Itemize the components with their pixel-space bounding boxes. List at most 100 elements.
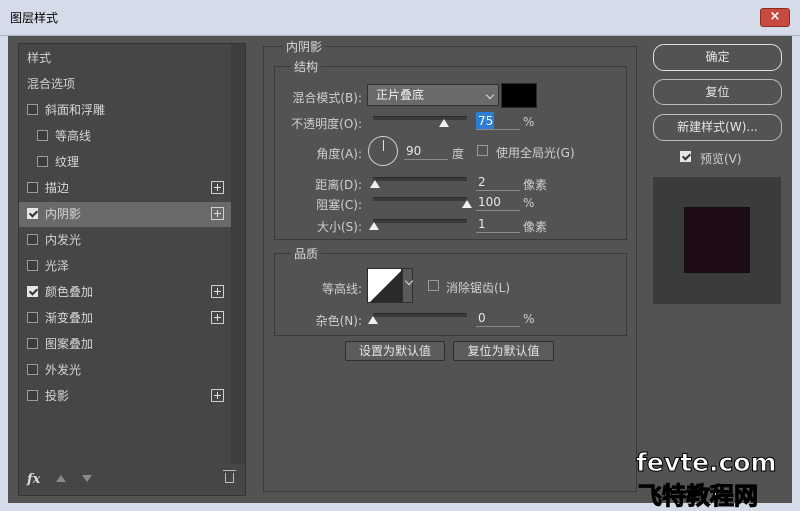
reset-button[interactable]: 复位	[653, 79, 782, 105]
style-item[interactable]: 斜面和浮雕	[19, 98, 231, 123]
style-item-label: 光泽	[45, 259, 70, 273]
opacity-slider-track[interactable]	[373, 116, 467, 120]
style-item-checkbox[interactable]	[27, 364, 38, 375]
move-up-icon[interactable]	[56, 475, 66, 482]
angle-unit: 度	[452, 147, 465, 161]
add-style-icon[interactable]	[211, 181, 224, 194]
ok-button[interactable]: 确定	[653, 44, 782, 71]
set-default-button[interactable]: 设置为默认值	[345, 341, 445, 361]
style-item-checkbox[interactable]	[27, 260, 38, 271]
style-item[interactable]: 等高线	[19, 124, 231, 149]
style-item-checkbox[interactable]	[27, 104, 38, 115]
style-item-label: 投影	[45, 389, 70, 403]
style-item-checkbox[interactable]	[27, 182, 38, 193]
global-light-checkbox[interactable]	[477, 145, 488, 156]
structure-title: 结构	[291, 58, 322, 75]
preview-checkbox[interactable]	[680, 151, 691, 162]
style-item-checkbox[interactable]	[37, 156, 48, 167]
global-light-label: 使用全局光(G)	[496, 146, 575, 160]
close-button[interactable]: ×	[760, 8, 790, 27]
window-frame-right	[792, 36, 800, 511]
style-item[interactable]: 投影	[19, 384, 231, 409]
add-style-icon[interactable]	[211, 311, 224, 324]
size-input[interactable]: 1	[476, 215, 520, 233]
style-item[interactable]: 渐变叠加	[19, 306, 231, 331]
shadow-color-swatch[interactable]	[501, 83, 537, 108]
antialias-checkbox[interactable]	[428, 280, 439, 291]
blend-mode-select[interactable]: 正片叠底	[367, 84, 499, 106]
move-down-icon[interactable]	[82, 475, 92, 482]
styles-scrollbar[interactable]	[231, 44, 245, 464]
style-item-checkbox[interactable]	[27, 390, 38, 401]
section-title: 内阴影	[283, 38, 326, 55]
size-label: 大小(S):	[316, 220, 362, 234]
distance-slider-thumb[interactable]	[369, 180, 380, 188]
styles-toolbar: fx	[19, 464, 245, 495]
style-item[interactable]: 外发光	[19, 358, 231, 383]
preview-swatch	[684, 207, 750, 273]
new-style-button[interactable]: 新建样式(W)...	[653, 114, 782, 141]
styles-list: 样式混合选项斜面和浮雕 等高线纹理描边内阴影内发光光泽颜色叠加渐变叠加 图案叠加外发…	[19, 44, 231, 464]
contour-dropdown[interactable]	[402, 268, 414, 303]
style-preview	[653, 177, 781, 304]
distance-slider-track[interactable]	[373, 177, 467, 181]
style-item-checkbox[interactable]	[27, 234, 38, 245]
style-item-checkbox[interactable]	[37, 130, 48, 141]
choke-unit: %	[523, 196, 535, 210]
blend-mode-value: 正片叠底	[376, 88, 425, 102]
style-item[interactable]: 内发光	[19, 228, 231, 253]
style-item[interactable]: 描边	[19, 176, 231, 201]
style-item[interactable]: 混合选项	[19, 72, 231, 97]
add-style-icon[interactable]	[211, 389, 224, 402]
size-slider-track[interactable]	[373, 219, 467, 223]
opacity-input[interactable]: 75	[476, 112, 494, 130]
style-item-label: 描边	[45, 181, 70, 195]
angle-label: 角度(A):	[316, 147, 362, 161]
style-item-label: 外发光	[45, 363, 82, 377]
style-item[interactable]: 光泽	[19, 254, 231, 279]
style-item[interactable]: 图案叠加	[19, 332, 231, 357]
style-item[interactable]: 纹理	[19, 150, 231, 175]
noise-slider-thumb[interactable]	[368, 316, 378, 324]
opacity-unit: %	[523, 115, 535, 129]
style-item-label: 混合选项	[27, 77, 76, 91]
size-unit: 像素	[523, 220, 548, 234]
style-item-label: 样式	[27, 51, 52, 65]
choke-slider-track[interactable]	[373, 197, 467, 201]
quality-title: 品质	[291, 245, 322, 262]
contour-label: 等高线:	[321, 282, 362, 296]
add-style-icon[interactable]	[211, 207, 224, 220]
close-icon: ×	[769, 9, 781, 24]
fx-button[interactable]: fx	[27, 472, 40, 487]
reset-default-button[interactable]: 复位为默认值	[453, 341, 554, 361]
distance-unit: 像素	[523, 178, 548, 192]
choke-input[interactable]: 100	[476, 193, 520, 211]
watermark-site: fevte.com	[636, 448, 778, 478]
contour-picker[interactable]	[367, 268, 402, 303]
contour-curve-icon	[370, 271, 401, 302]
styles-panel: 样式混合选项斜面和浮雕 等高线纹理描边内阴影内发光光泽颜色叠加渐变叠加 图案叠加外发…	[18, 43, 246, 496]
angle-input[interactable]: 90	[404, 142, 448, 160]
style-item-checkbox[interactable]	[27, 286, 38, 297]
noise-label: 杂色(N):	[315, 314, 362, 328]
add-style-icon[interactable]	[211, 285, 224, 298]
style-item-label: 内阴影	[45, 207, 82, 221]
watermark: fevte.com 飞特教程网	[636, 448, 796, 511]
style-item[interactable]: 颜色叠加	[19, 280, 231, 305]
trash-icon[interactable]	[223, 470, 236, 483]
style-item[interactable]: 样式	[19, 46, 231, 71]
style-item[interactable]: 内阴影	[19, 202, 231, 227]
size-slider-thumb[interactable]	[368, 222, 379, 230]
style-item-checkbox[interactable]	[27, 312, 38, 323]
style-item-checkbox[interactable]	[27, 338, 38, 349]
style-item-label: 颜色叠加	[45, 285, 94, 299]
noise-slider-track[interactable]	[373, 313, 467, 317]
style-item-label: 纹理	[55, 155, 80, 169]
choke-slider-thumb[interactable]	[462, 200, 472, 208]
opacity-slider-thumb[interactable]	[438, 119, 449, 127]
angle-dial[interactable]	[368, 136, 398, 166]
noise-unit: %	[523, 312, 535, 326]
style-item-checkbox[interactable]	[27, 208, 38, 219]
distance-input[interactable]: 2	[476, 173, 520, 191]
noise-input[interactable]: 0	[476, 309, 520, 327]
